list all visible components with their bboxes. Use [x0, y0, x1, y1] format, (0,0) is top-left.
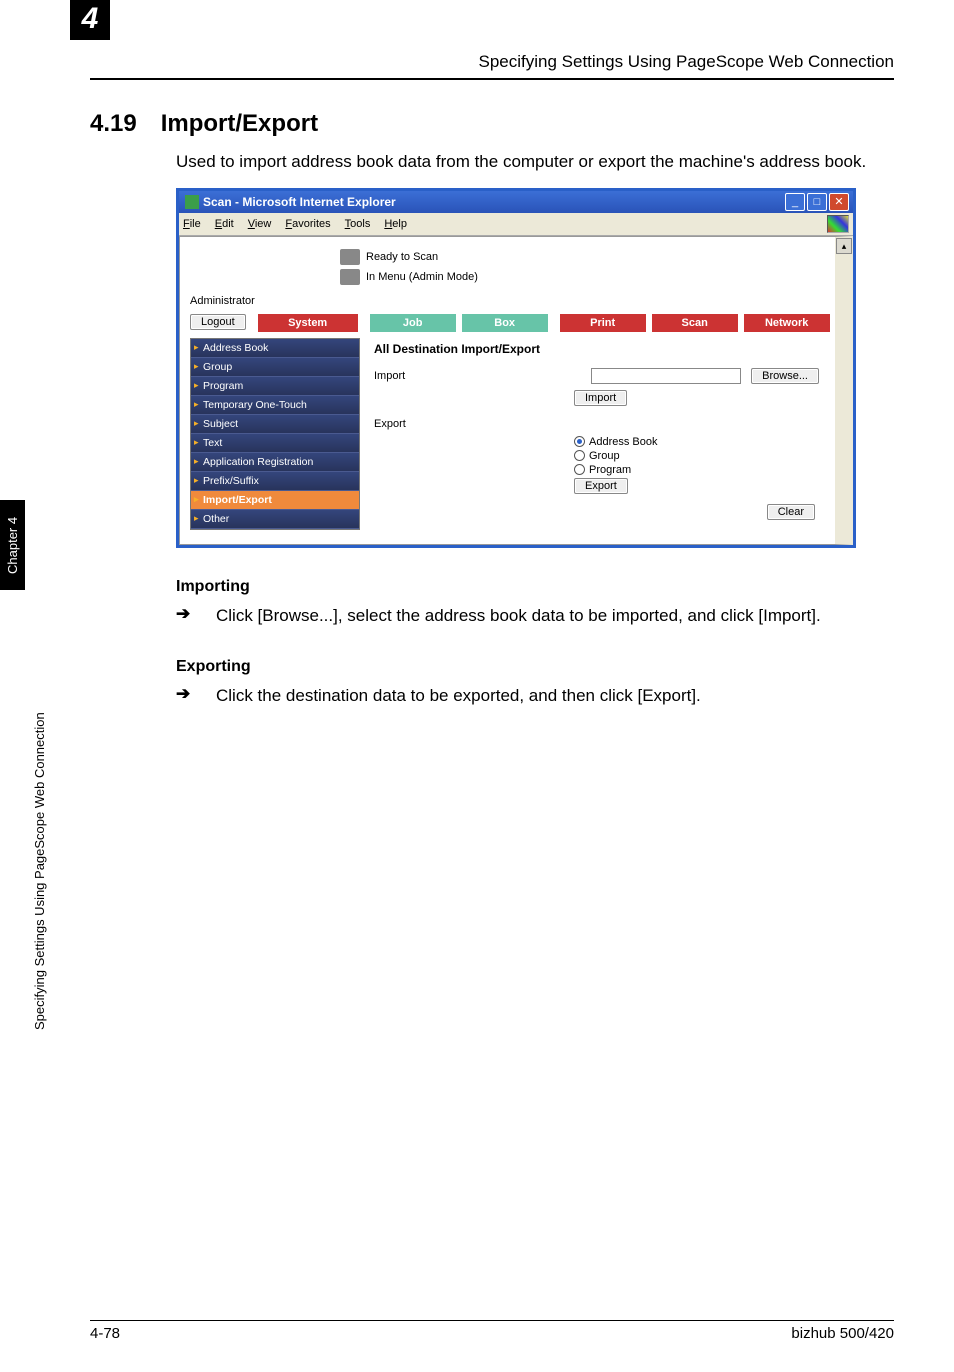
clear-button[interactable]: Clear — [767, 504, 815, 520]
printer-icon — [340, 249, 360, 265]
exporting-step: Click the destination data to be exporte… — [216, 684, 894, 708]
app-icon — [185, 195, 199, 209]
window-titlebar: Scan - Microsoft Internet Explorer _ □ ✕ — [179, 191, 853, 213]
radio-program-label: Program — [589, 464, 631, 476]
menu-tools[interactable]: Tools — [345, 218, 371, 230]
tab-print[interactable]: Print — [560, 313, 646, 332]
tab-system[interactable]: System — [258, 313, 358, 332]
menu-edit[interactable]: Edit — [215, 218, 234, 230]
status-mode-text: In Menu (Admin Mode) — [366, 271, 478, 283]
exporting-heading: Exporting — [176, 658, 894, 676]
tab-box[interactable]: Box — [462, 313, 548, 332]
mode-icon — [340, 269, 360, 285]
arrow-icon: ➔ — [176, 604, 196, 628]
browse-button[interactable]: Browse... — [751, 368, 819, 384]
chapter-number-box: 4 — [70, 0, 110, 40]
tab-job[interactable]: Job — [370, 313, 456, 332]
section-heading: 4.19 Import/Export — [90, 110, 894, 138]
chapter-tab: Chapter 4 — [0, 500, 25, 590]
radio-program[interactable] — [574, 464, 585, 475]
side-nav: Address Book Group Program Temporary One… — [190, 338, 360, 530]
nav-program[interactable]: Program — [191, 377, 359, 396]
minimize-button[interactable]: _ — [785, 193, 805, 211]
nav-other[interactable]: Other — [191, 510, 359, 529]
model-name: bizhub 500/420 — [791, 1325, 894, 1342]
nav-text[interactable]: Text — [191, 434, 359, 453]
status-row-ready: Ready to Scan — [340, 249, 825, 265]
menu-file[interactable]: File — [183, 218, 201, 230]
page-number: 4-78 — [90, 1325, 120, 1342]
status-row-mode: In Menu (Admin Mode) — [340, 269, 825, 285]
export-label: Export — [374, 418, 454, 430]
scrollbar-up-icon[interactable]: ▴ — [836, 238, 852, 254]
importing-heading: Importing — [176, 578, 894, 596]
running-title: Specifying Settings Using PageScope Web … — [479, 52, 895, 72]
maximize-button[interactable]: □ — [807, 193, 827, 211]
section-title: Import/Export — [161, 110, 318, 138]
radio-address-book[interactable] — [574, 436, 585, 447]
arrow-icon: ➔ — [176, 684, 196, 708]
nav-prefix-suffix[interactable]: Prefix/Suffix — [191, 472, 359, 491]
status-ready-text: Ready to Scan — [366, 251, 438, 263]
close-button[interactable]: ✕ — [829, 193, 849, 211]
nav-import-export[interactable]: Import/Export — [191, 491, 359, 510]
menu-view[interactable]: View — [248, 218, 272, 230]
page-header: 4 Specifying Settings Using PageScope We… — [90, 20, 894, 80]
radio-group[interactable] — [574, 450, 585, 461]
nav-application-reg[interactable]: Application Registration — [191, 453, 359, 472]
menu-bar: File Edit View Favorites Tools Help — [179, 213, 853, 236]
side-label: Specifying Settings Using PageScope Web … — [32, 490, 47, 1030]
nav-subject[interactable]: Subject — [191, 415, 359, 434]
importing-step: Click [Browse...], select the address bo… — [216, 604, 894, 628]
tab-network[interactable]: Network — [744, 313, 830, 332]
nav-temp-one-touch[interactable]: Temporary One-Touch — [191, 396, 359, 415]
radio-group-label: Group — [589, 450, 620, 462]
ie-logo-icon — [827, 215, 849, 233]
section-number: 4.19 — [90, 110, 137, 138]
import-label: Import — [374, 370, 454, 382]
nav-address-book[interactable]: Address Book — [191, 339, 359, 358]
logout-button[interactable]: Logout — [190, 314, 246, 330]
browser-viewport: ▴ Ready to Scan In Menu (Admin Mode) Adm… — [179, 236, 853, 545]
main-panel: All Destination Import/Export Import Bro… — [368, 338, 825, 530]
panel-heading: All Destination Import/Export — [374, 342, 819, 356]
menu-help[interactable]: Help — [384, 218, 407, 230]
import-button[interactable]: Import — [574, 390, 627, 406]
section-intro: Used to import address book data from th… — [176, 150, 894, 174]
menu-favorites[interactable]: Favorites — [285, 218, 330, 230]
nav-group[interactable]: Group — [191, 358, 359, 377]
page-footer: 4-78 bizhub 500/420 — [90, 1320, 894, 1342]
radio-address-book-label: Address Book — [589, 436, 657, 448]
export-button[interactable]: Export — [574, 478, 628, 494]
screenshot-window: Scan - Microsoft Internet Explorer _ □ ✕… — [176, 188, 856, 548]
window-title: Scan - Microsoft Internet Explorer — [203, 195, 396, 209]
tab-scan[interactable]: Scan — [652, 313, 738, 332]
admin-label: Administrator — [190, 295, 825, 307]
import-path-field[interactable] — [591, 368, 741, 384]
